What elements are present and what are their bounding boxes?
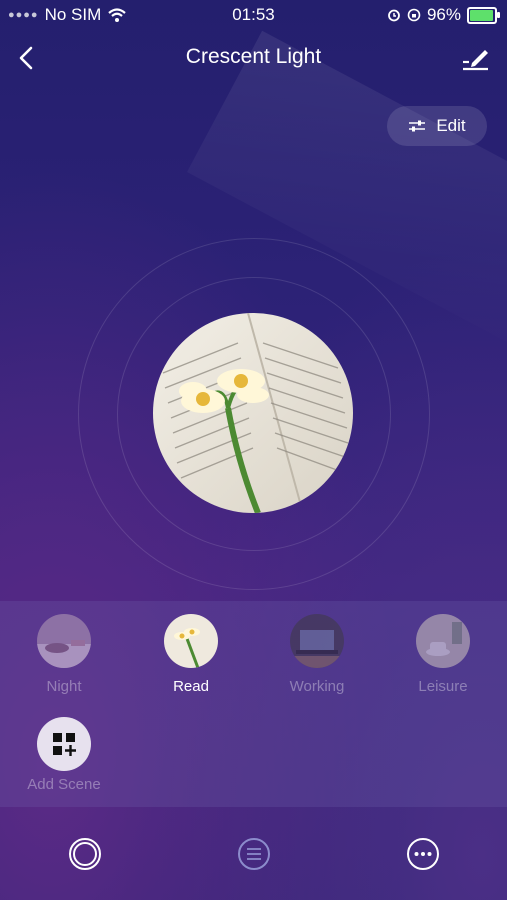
scene-label: Night bbox=[46, 678, 82, 695]
menu-icon[interactable] bbox=[236, 836, 272, 872]
leisure-thumbnail bbox=[416, 614, 470, 668]
alarm-icon bbox=[388, 9, 400, 22]
edit-button[interactable]: Edit bbox=[387, 106, 487, 146]
scene-label: Working bbox=[289, 678, 345, 695]
page-title: Crescent Light bbox=[185, 45, 322, 68]
status-bar: ●●●● No SIM 01:53 96% bbox=[0, 0, 507, 30]
add-scene-button[interactable]: Add Scene bbox=[19, 717, 109, 793]
scene-working[interactable]: Working bbox=[272, 614, 362, 695]
edit-label: Edit bbox=[436, 116, 466, 135]
add-scene-label: Add Scene bbox=[27, 776, 101, 793]
battery-percent: 96% bbox=[426, 5, 461, 24]
scene-panel: Night Read Working Leisure Add Scene bbox=[0, 601, 507, 807]
add-scene-icon-bg bbox=[37, 717, 91, 771]
scene-label: Read bbox=[173, 678, 209, 695]
read-thumbnail bbox=[164, 614, 218, 669]
sliders-icon bbox=[409, 120, 426, 132]
battery-icon bbox=[467, 6, 500, 24]
scene-night[interactable]: Night bbox=[19, 614, 109, 695]
add-grid-icon bbox=[53, 733, 76, 756]
pencil-icon[interactable] bbox=[457, 40, 493, 76]
night-thumbnail bbox=[37, 614, 91, 668]
working-thumbnail bbox=[290, 614, 344, 668]
more-icon[interactable] bbox=[405, 836, 441, 872]
device-screen: ●●●● No SIM 01:53 96% Crescent Light Edi… bbox=[0, 0, 507, 900]
rotation-lock-icon bbox=[407, 8, 421, 22]
scene-label: Leisure bbox=[418, 678, 468, 695]
circle-icon[interactable] bbox=[67, 836, 103, 872]
current-scene-image[interactable] bbox=[153, 313, 353, 513]
scene-leisure[interactable]: Leisure bbox=[398, 614, 488, 695]
scene-read[interactable]: Read bbox=[146, 614, 236, 695]
bottom-tab-bar bbox=[0, 808, 507, 900]
